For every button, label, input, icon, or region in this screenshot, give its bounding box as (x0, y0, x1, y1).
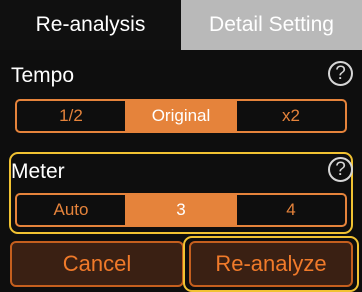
tempo-label: Tempo (11, 64, 75, 87)
tempo-help-icon[interactable]: ? (328, 61, 353, 86)
meter-help-icon[interactable]: ? (328, 157, 353, 182)
tempo-option-original[interactable]: Original (125, 101, 235, 131)
tempo-option-double[interactable]: x2 (235, 101, 345, 131)
meter-label: Meter (11, 160, 65, 183)
tempo-segmented-control: 1/2 Original x2 (15, 99, 347, 133)
tab-bar: Re-analysis Detail Setting (0, 0, 362, 50)
cancel-button[interactable]: Cancel (10, 241, 184, 287)
meter-option-auto[interactable]: Auto (17, 195, 125, 225)
meter-option-4[interactable]: 4 (235, 195, 345, 225)
tempo-option-half[interactable]: 1/2 (17, 101, 125, 131)
meter-segmented-control: Auto 3 4 (15, 193, 347, 227)
tab-detail-setting[interactable]: Detail Setting (181, 0, 362, 50)
reanalyze-button[interactable]: Re-analyze (189, 241, 353, 287)
tab-reanalysis[interactable]: Re-analysis (0, 0, 181, 50)
meter-option-3[interactable]: 3 (125, 195, 235, 225)
